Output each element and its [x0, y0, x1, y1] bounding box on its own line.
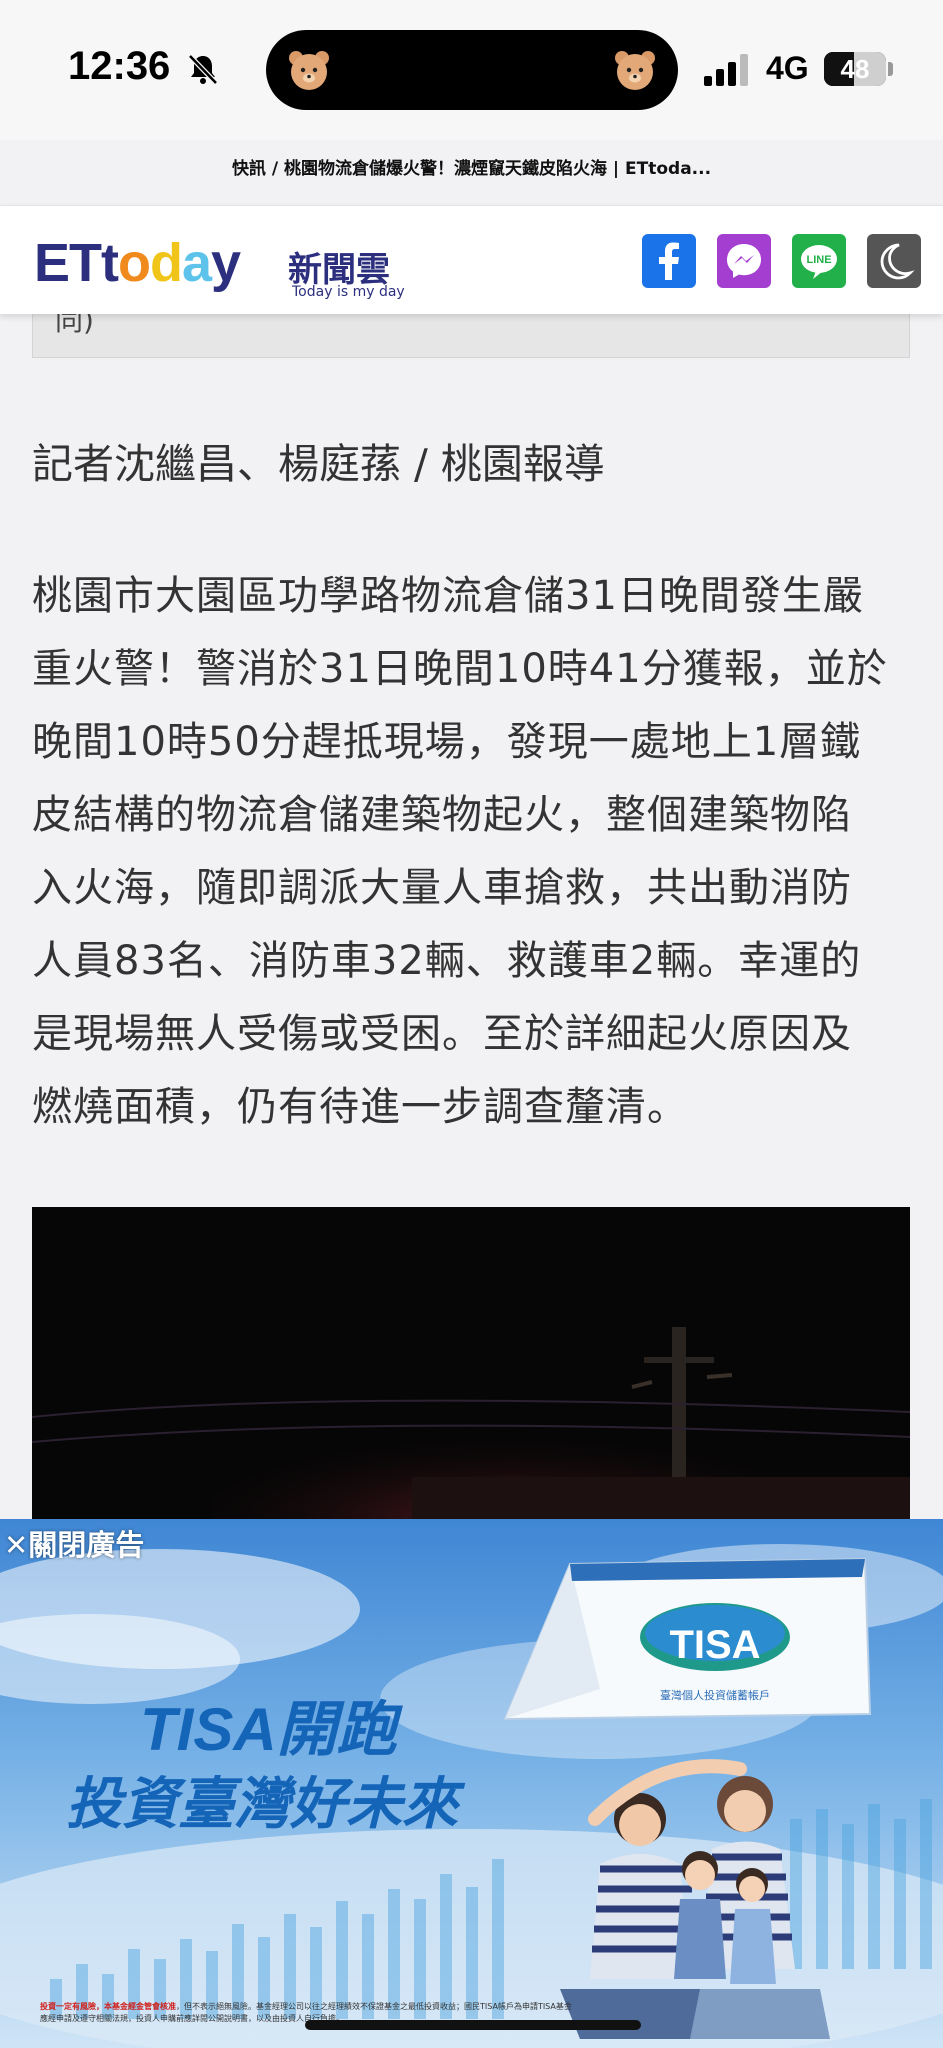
bell-muted-icon	[188, 54, 218, 85]
ad-headline-2: 投資臺灣好未來	[66, 1772, 458, 1837]
facebook-share-button[interactable]	[642, 234, 696, 288]
network-type: 4G	[766, 50, 809, 86]
line-share-button[interactable]: LINE	[792, 234, 846, 288]
home-indicator[interactable]	[305, 2020, 641, 2030]
cellular-signal-icon	[704, 54, 748, 86]
bear-icon	[615, 51, 655, 90]
battery-cap	[888, 62, 893, 76]
article-line: 燃燒面積，仍有待進一步調查釐清。	[32, 1084, 688, 1130]
article-line: 皮結構的物流倉儲建築物起火，整個建築物陷	[32, 792, 852, 838]
line-icon: LINE	[801, 245, 837, 279]
status-bar: 12:36 4G 48 快訊 / 桃園物流倉儲爆火警！濃煙竄天鐵皮陷火海 | E…	[0, 0, 943, 179]
article-line: 人員83名、消防車32輛、救護車2輛。幸運的	[32, 938, 862, 984]
status-time: 12:36	[68, 44, 171, 88]
night-scene-graphic	[32, 1327, 910, 1521]
battery-indicator: 48	[824, 52, 886, 86]
article-line: 桃園市大園區功學路物流倉儲31日晚間發生嚴	[32, 573, 864, 619]
battery-level: 48	[840, 54, 870, 84]
ad-fine-print-warning: 投資一定有風險，本基金經金管會核准	[40, 2002, 176, 2011]
article-byline: 記者沈繼昌、楊庭蓀 / 桃園報導	[32, 440, 605, 488]
ad-headline-1: TISA開跑	[140, 1696, 397, 1763]
article-paragraph: 桃園市大園區功學路物流倉儲31日晚間發生嚴 重火警！警消於31日晚間10時41分…	[32, 560, 912, 1144]
tisa-logo: TISA	[669, 1623, 761, 1667]
fire-scene-photo[interactable]	[32, 1207, 910, 1521]
article-line: 重火警！警消於31日晚間10時41分獲報，並於	[32, 646, 888, 692]
line-label: LINE	[806, 254, 831, 266]
messenger-share-button[interactable]	[717, 234, 771, 288]
ad-fine-print-line-1: ，但不表示絕無風險。基金經理公司以往之經理績效不保證基金之最低投資收益；國民TI…	[176, 2002, 572, 2011]
messenger-icon	[727, 244, 761, 278]
site-header: ETtoday 新聞雲 Today is my day LINE	[0, 205, 943, 314]
dynamic-island	[266, 30, 678, 110]
browser-page-title[interactable]: 快訊 / 桃園物流倉儲爆火警！濃煙竄天鐵皮陷火海 | ETtoda...	[0, 154, 943, 179]
article-line: 是現場無人受傷或受困。至於詳細起火原因及	[32, 1011, 852, 1057]
tisa-ad-banner[interactable]: TISA開跑 投資臺灣好未來 TISA 臺灣個人投資儲蓄帳戶 投資一定有風險，本…	[0, 1519, 943, 2048]
close-ad-button[interactable]: ✕關閉廣告	[4, 1522, 144, 1562]
ettoday-logo[interactable]: ETtoday 新聞雲 Today is my day	[34, 232, 405, 300]
logo-wordmark: ETtoday	[34, 233, 241, 293]
article-line: 入火海，隨即調派大量人車搶救，共出動消防	[32, 865, 852, 911]
logo-tagline: Today is my day	[292, 284, 405, 300]
moon-icon	[880, 243, 915, 280]
article-line: 晚間10時50分趕抵現場，發現一處地上1層鐵	[32, 719, 862, 765]
dark-mode-toggle[interactable]	[867, 234, 921, 288]
bear-icon	[289, 51, 329, 90]
tisa-logo-subtitle: 臺灣個人投資儲蓄帳戶	[660, 1689, 770, 1702]
facebook-icon	[659, 242, 679, 280]
